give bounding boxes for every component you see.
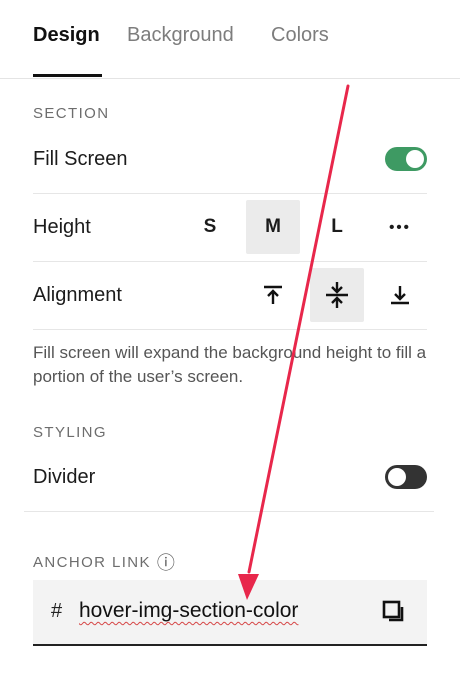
section-divider — [24, 511, 434, 512]
tab-design[interactable]: Design — [33, 24, 100, 47]
anchor-link-heading-text: ANCHOR LINK — [33, 553, 151, 571]
divider-toggle[interactable] — [385, 465, 427, 489]
height-label: Height — [33, 216, 91, 238]
align-bottom-icon[interactable] — [373, 268, 427, 322]
height-option-m[interactable]: M — [246, 200, 300, 254]
row-divider — [33, 261, 427, 262]
height-option-s[interactable]: S — [183, 200, 237, 254]
alignment-label: Alignment — [33, 284, 122, 306]
fill-screen-help-text: Fill screen will expand the background h… — [33, 343, 427, 386]
section-heading: SECTION — [33, 105, 110, 122]
align-top-icon[interactable] — [246, 268, 300, 322]
anchor-link-heading: ANCHOR LINK ⓘ — [33, 549, 175, 575]
divider-label: Divider — [33, 466, 96, 488]
info-icon[interactable]: ⓘ — [157, 549, 175, 575]
styling-heading: STYLING — [33, 424, 107, 441]
anchor-link-field[interactable]: # hover-img-section-color — [33, 580, 427, 646]
fill-screen-toggle[interactable] — [385, 147, 427, 171]
height-option-l[interactable]: L — [310, 200, 364, 254]
align-center-icon[interactable] — [310, 268, 364, 322]
toggle-knob — [388, 468, 406, 486]
tab-background[interactable]: Background — [127, 24, 234, 47]
row-divider — [33, 193, 427, 194]
copy-icon[interactable] — [381, 599, 407, 630]
row-divider — [33, 329, 427, 330]
hash-prefix: # — [51, 600, 63, 622]
height-more-options-icon[interactable]: ••• — [373, 200, 427, 254]
fill-screen-label: Fill Screen — [33, 148, 128, 170]
toggle-knob — [406, 150, 424, 168]
anchor-link-input[interactable]: hover-img-section-color — [79, 599, 298, 623]
active-tab-indicator — [33, 74, 102, 77]
tab-colors[interactable]: Colors — [271, 24, 329, 47]
tab-bar: Design Background Colors — [0, 0, 460, 79]
